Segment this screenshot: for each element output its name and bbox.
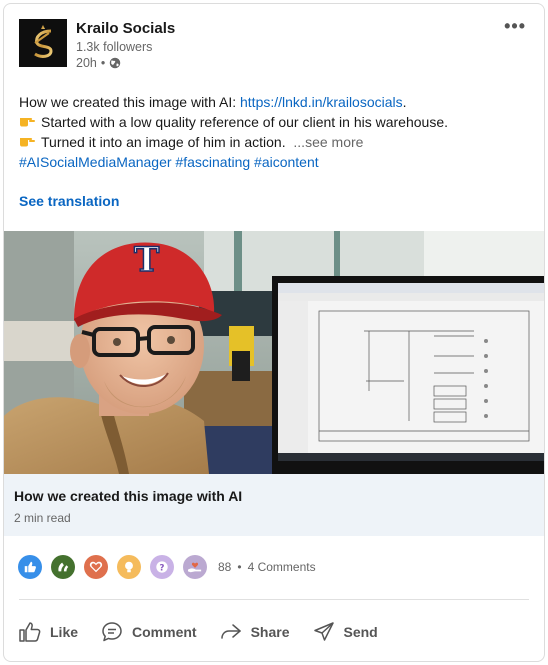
pointing-hand-icon	[19, 112, 37, 132]
thumbs-up-icon	[19, 622, 41, 642]
support-icon	[183, 555, 207, 579]
hashtags[interactable]: #AISocialMediaManager #fascinating #aico…	[19, 152, 534, 172]
warehouse-photo: T	[4, 231, 544, 474]
post-card: Krailo Socials 1.3k followers 20h • ••• …	[3, 3, 545, 662]
share-button[interactable]: Share	[219, 620, 290, 644]
post-line-2: Started with a low quality reference of …	[19, 112, 534, 132]
comment-label: Comment	[132, 624, 197, 640]
post-meta: 20h •	[76, 56, 121, 70]
see-translation-link[interactable]: See translation	[19, 193, 119, 209]
article-title[interactable]: How we created this image with AI	[14, 488, 242, 504]
post-line-3: Turned it into an image of him in action…	[19, 132, 534, 152]
insightful-icon	[117, 555, 141, 579]
reaction-count[interactable]: 88	[218, 560, 231, 574]
like-label: Like	[50, 624, 79, 640]
like-icon	[18, 555, 42, 579]
pointing-hand-icon	[19, 132, 37, 152]
svg-text:T: T	[134, 240, 159, 280]
share-arrow-icon	[220, 624, 241, 639]
like-button[interactable]: Like	[18, 620, 78, 644]
meta-separator: •	[100, 56, 106, 70]
globe-icon	[110, 57, 121, 69]
send-label: Send	[343, 624, 378, 640]
social-separator: •	[237, 560, 242, 574]
comments-count[interactable]: 4 Comments	[248, 560, 316, 574]
comment-icon	[102, 622, 122, 642]
love-icon	[84, 555, 108, 579]
post-image[interactable]: T	[4, 231, 544, 474]
post-intro: How we created this image with AI:	[19, 94, 240, 110]
post-bullet-2: Turned it into an image of him in action…	[41, 134, 286, 150]
follower-count: 1.3k followers	[76, 40, 153, 54]
reactions-bar[interactable]: ? 88 • 4 Comments	[18, 555, 316, 579]
post-time: 20h	[76, 56, 97, 70]
send-button[interactable]: Send	[312, 620, 378, 644]
post-intro-end: .	[402, 94, 407, 110]
company-logo[interactable]	[19, 19, 67, 67]
krailo-logo-icon	[31, 25, 53, 58]
curious-icon: ?	[150, 555, 174, 579]
send-icon	[313, 622, 334, 641]
post-line-1: How we created this image with AI: https…	[19, 92, 534, 112]
divider	[19, 599, 529, 600]
svg-text:?: ?	[159, 564, 164, 574]
action-bar: Like Comment Share Send	[18, 618, 378, 646]
post-bullet-1: Started with a low quality reference of …	[41, 114, 448, 130]
celebrate-icon	[51, 555, 75, 579]
post-text: How we created this image with AI: https…	[19, 92, 534, 172]
author-name[interactable]: Krailo Socials	[76, 20, 175, 37]
share-label: Share	[250, 624, 290, 640]
post-link[interactable]: https://lnkd.in/krailosocials	[240, 94, 403, 110]
article-read-time: 2 min read	[14, 511, 71, 525]
more-options-icon[interactable]: •••	[504, 16, 526, 37]
article-preview[interactable]: How we created this image with AI 2 min …	[4, 474, 544, 536]
see-more-link[interactable]: ...see more	[293, 134, 363, 150]
comment-button[interactable]: Comment	[100, 620, 197, 644]
